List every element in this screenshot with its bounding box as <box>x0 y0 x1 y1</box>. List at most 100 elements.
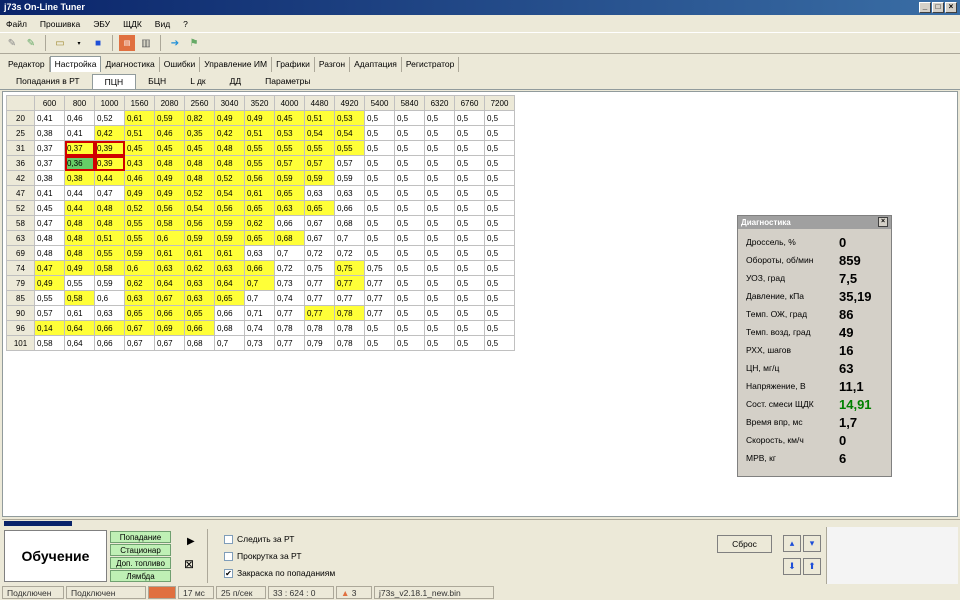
table-cell[interactable]: 0,54 <box>304 125 335 141</box>
menu-file[interactable]: Файл <box>6 19 27 29</box>
table-cell[interactable]: 0,5 <box>484 290 515 306</box>
table-cell[interactable]: 0,49 <box>64 260 95 276</box>
table-cell[interactable]: 0,39 <box>94 155 125 171</box>
table-cell[interactable]: 0,5 <box>484 140 515 156</box>
table-cell[interactable]: 0,63 <box>124 290 155 306</box>
table-cell[interactable]: 0,5 <box>424 200 455 216</box>
table-cell[interactable]: 0,59 <box>124 245 155 261</box>
row-header[interactable]: 42 <box>6 170 35 186</box>
table-cell[interactable]: 0,5 <box>364 140 395 156</box>
table-cell[interactable]: 0,78 <box>334 320 365 336</box>
table-cell[interactable]: 0,77 <box>274 335 305 351</box>
wand-icon[interactable]: ✎ <box>23 35 39 51</box>
table-cell[interactable]: 0,5 <box>364 185 395 201</box>
table-cell[interactable]: 0,49 <box>124 185 155 201</box>
table-cell[interactable]: 0,67 <box>124 320 155 336</box>
table-cell[interactable]: 0,49 <box>214 110 245 126</box>
table-cell[interactable]: 0,59 <box>94 275 125 291</box>
table-cell[interactable]: 0,41 <box>34 185 65 201</box>
checkbox-box[interactable] <box>224 551 233 561</box>
table-cell[interactable]: 0,62 <box>244 215 275 231</box>
column-header[interactable]: 7200 <box>484 95 515 111</box>
table-cell[interactable]: 0,77 <box>364 275 395 291</box>
table-cell[interactable]: 0,53 <box>274 125 305 141</box>
table-cell[interactable]: 0,61 <box>154 245 185 261</box>
table-cell[interactable]: 0,65 <box>244 230 275 246</box>
table-cell[interactable]: 0,38 <box>34 170 65 186</box>
table-cell[interactable]: 0,5 <box>484 110 515 126</box>
table-cell[interactable]: 0,63 <box>184 290 215 306</box>
table-cell[interactable]: 0,66 <box>94 320 125 336</box>
row-header[interactable]: 52 <box>6 200 35 216</box>
table-cell[interactable]: 0,61 <box>184 245 215 261</box>
table-cell[interactable]: 0,48 <box>94 200 125 216</box>
table-cell[interactable]: 0,5 <box>484 320 515 336</box>
table-cell[interactable]: 0,5 <box>394 290 425 306</box>
table-cell[interactable]: 0,44 <box>94 170 125 186</box>
table-cell[interactable]: 0,5 <box>454 140 485 156</box>
table-cell[interactable]: 0,67 <box>154 290 185 306</box>
maximize-button[interactable]: □ <box>932 2 944 13</box>
table-cell[interactable]: 0,45 <box>154 140 185 156</box>
table-cell[interactable]: 0,5 <box>484 125 515 141</box>
hit-coloring-checkbox[interactable]: ✔ Закраска по попаданиям <box>224 568 335 578</box>
row-header[interactable]: 63 <box>6 230 35 246</box>
table-cell[interactable]: 0,49 <box>154 185 185 201</box>
table-cell[interactable]: 0,71 <box>244 305 275 321</box>
table-cell[interactable]: 0,5 <box>364 155 395 171</box>
tab-diagnostics[interactable]: Диагностика <box>101 57 160 72</box>
table-cell[interactable]: 0,5 <box>484 260 515 276</box>
play-icon[interactable]: ▶ <box>187 536 195 547</box>
tab-adaptation[interactable]: Адаптация <box>350 57 402 72</box>
table-cell[interactable]: 0,7 <box>244 290 275 306</box>
table-cell[interactable]: 0,5 <box>394 110 425 126</box>
column-header[interactable]: 3040 <box>214 95 245 111</box>
table-cell[interactable]: 0,58 <box>94 260 125 276</box>
table-cell[interactable]: 0,7 <box>334 230 365 246</box>
table-cell[interactable]: 0,5 <box>424 230 455 246</box>
table-cell[interactable]: 0,48 <box>214 140 245 156</box>
table-cell[interactable]: 0,61 <box>64 305 95 321</box>
table-cell[interactable]: 0,68 <box>184 335 215 351</box>
table-cell[interactable]: 0,5 <box>484 200 515 216</box>
table-cell[interactable]: 0,49 <box>154 170 185 186</box>
table-cell[interactable]: 0,65 <box>274 185 305 201</box>
table-cell[interactable]: 0,51 <box>94 230 125 246</box>
table-cell[interactable]: 0,48 <box>34 245 65 261</box>
table-cell[interactable]: 0,55 <box>124 230 155 246</box>
table-cell[interactable]: 0,77 <box>304 275 335 291</box>
menu-view[interactable]: Вид <box>155 19 170 29</box>
table-cell[interactable]: 0,77 <box>274 305 305 321</box>
table-cell[interactable]: 0,5 <box>394 245 425 261</box>
minimize-button[interactable]: _ <box>919 2 931 13</box>
row-header[interactable]: 79 <box>6 275 35 291</box>
row-header[interactable]: 58 <box>6 215 35 231</box>
chip-write-icon[interactable]: ▥ <box>138 35 154 51</box>
arrow-right-icon[interactable]: ➔ <box>167 35 183 51</box>
table-cell[interactable]: 0,55 <box>94 245 125 261</box>
checkbox-box[interactable]: ✔ <box>224 568 233 578</box>
table-cell[interactable]: 0,47 <box>34 260 65 276</box>
table-cell[interactable]: 0,72 <box>274 260 305 276</box>
column-header[interactable]: 5840 <box>394 95 425 111</box>
table-cell[interactable]: 0,58 <box>34 335 65 351</box>
table-cell[interactable]: 0,66 <box>94 335 125 351</box>
row-header[interactable]: 74 <box>6 260 35 276</box>
table-cell[interactable]: 0,67 <box>304 215 335 231</box>
tab-dd[interactable]: ДД <box>218 74 254 89</box>
table-cell[interactable]: 0,38 <box>34 125 65 141</box>
table-cell[interactable]: 0,44 <box>64 185 95 201</box>
table-cell[interactable]: 0,41 <box>34 110 65 126</box>
table-cell[interactable]: 0,77 <box>334 275 365 291</box>
table-cell[interactable]: 0,59 <box>214 215 245 231</box>
table-cell[interactable]: 0,65 <box>244 200 275 216</box>
table-cell[interactable]: 0,7 <box>244 275 275 291</box>
table-cell[interactable]: 0,7 <box>214 335 245 351</box>
table-cell[interactable]: 0,56 <box>214 200 245 216</box>
table-cell[interactable]: 0,64 <box>154 275 185 291</box>
table-cell[interactable]: 0,5 <box>394 155 425 171</box>
tab-graphs[interactable]: Графики <box>272 57 315 72</box>
table-cell[interactable]: 0,5 <box>424 215 455 231</box>
table-cell[interactable]: 0,78 <box>274 320 305 336</box>
table-cell[interactable]: 0,61 <box>214 245 245 261</box>
